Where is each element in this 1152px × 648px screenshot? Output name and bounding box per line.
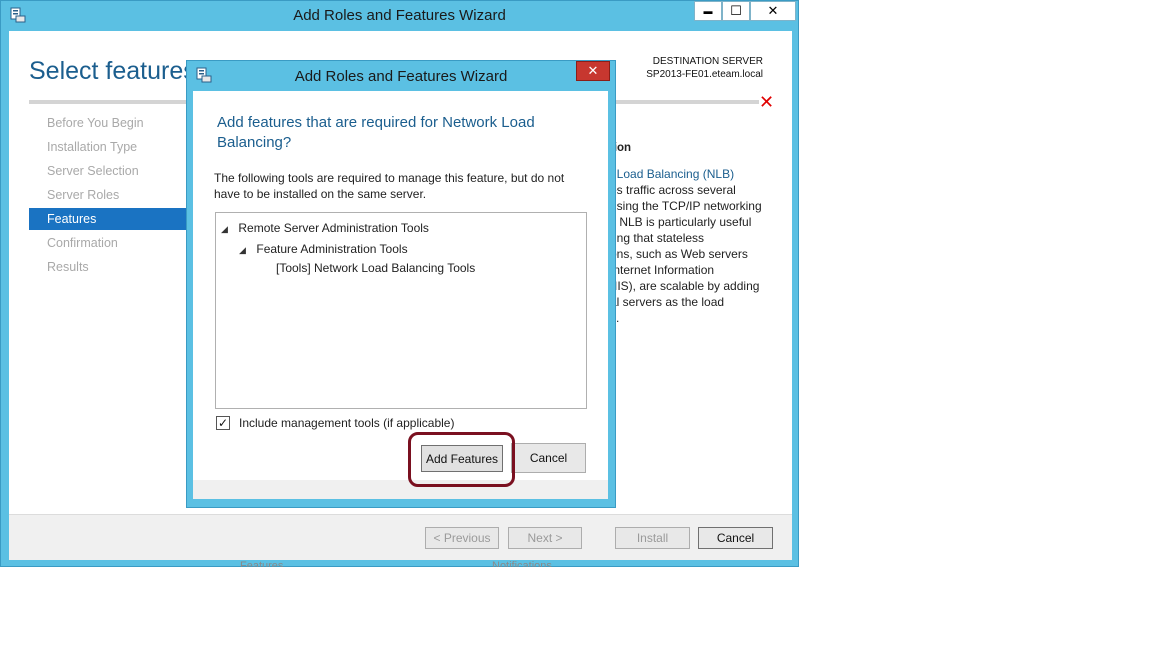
nav-item-server-roles[interactable]: Server Roles [29,184,189,206]
install-button[interactable]: Install [615,527,690,549]
error-icon[interactable]: ✕ [759,92,774,113]
page-title: Select features [29,57,196,85]
description-line: ons, such as Web servers [610,247,748,261]
collapse-arrow-icon[interactable]: ◢ [239,245,246,255]
annotation-highlight-ring [408,432,515,487]
dialog-cancel-button[interactable]: Cancel [511,443,586,473]
description-line: (IIS), are scalable by adding [610,279,760,293]
next-button[interactable]: Next > [508,527,582,549]
background-fragment: Features [240,560,284,567]
maximize-icon: ☐ [730,3,742,18]
include-management-tools-label[interactable]: Include management tools (if applicable) [239,416,454,430]
window-title: Add Roles and Features Wizard [293,7,506,24]
close-icon: ✕ [587,63,599,78]
include-management-tools-checkbox[interactable]: ✓ [216,416,230,430]
description-line: es traffic across several [610,183,736,197]
nav-item-results[interactable]: Results [29,256,189,278]
description-line: l. NLB is particularly useful [610,215,752,229]
tree-leaf-label[interactable]: [Tools] Network Load Balancing Tools [276,261,475,275]
destination-server-name: SP2013-FE01.eteam.local [646,69,763,80]
tree-node-label: Feature Administration Tools [256,242,408,256]
collapse-arrow-icon[interactable]: ◢ [221,224,228,234]
tree-node-label: Remote Server Administration Tools [238,221,429,235]
dialog-bottom-strip [193,480,608,499]
tree-node[interactable]: ◢ Remote Server Administration Tools [221,219,429,237]
background-fragment: Notifications [492,560,552,567]
destination-server-label: DESTINATION SERVER [652,56,763,67]
maximize-button[interactable]: ☐ [722,1,750,21]
tree-node[interactable]: ◢ Feature Administration Tools [239,240,408,258]
nav-item-confirmation[interactable]: Confirmation [29,232,189,254]
description-line: ring that stateless [610,231,705,245]
dialog-description: The following tools are required to mana… [214,171,565,201]
description-feature-link[interactable]: t Load Balancing (NLB) [610,167,734,181]
minimize-icon: ▬ [703,6,713,16]
main-title-bar[interactable]: Add Roles and Features Wizard ▬ ☐ ✕ [0,0,799,30]
description-line: al servers as the load [610,295,725,309]
close-icon: ✕ [767,3,779,18]
nav-item-features[interactable]: Features [29,208,189,230]
cancel-button[interactable]: Cancel [698,527,773,549]
dialog-title: Add Roles and Features Wizard [294,68,508,85]
description-line: using the TCP/IP networking [610,199,762,213]
dialog-close-button[interactable]: ✕ [576,61,610,81]
previous-button[interactable]: < Previous [425,527,499,549]
description-line: Internet Information [610,263,715,277]
checkmark-icon: ✓ [217,416,229,430]
nav-item-installation-type[interactable]: Installation Type [29,136,189,158]
nav-item-server-selection[interactable]: Server Selection [29,160,189,182]
dialog-heading: Add features that are required for Netwo… [217,114,535,151]
minimize-button[interactable]: ▬ [694,1,722,21]
nav-item-before-you-begin[interactable]: Before You Begin [29,112,189,134]
close-button[interactable]: ✕ [750,1,796,21]
